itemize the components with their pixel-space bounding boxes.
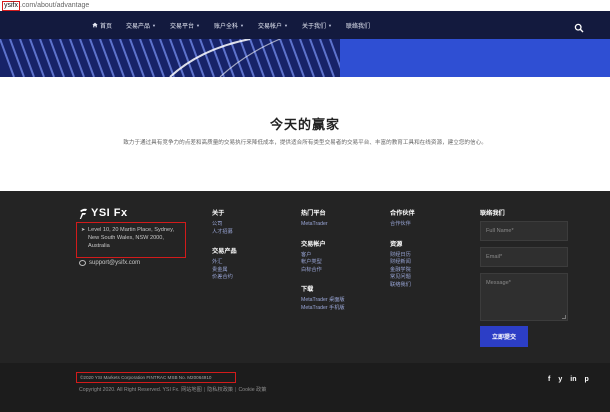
location-icon: ➤ [81,227,86,233]
address-bar[interactable]: ysifx .com/about/advantage [0,0,610,11]
banner-graphic [0,39,340,77]
footer-heading-resources: 资源 [390,240,403,248]
nav-item-label: 首页 [100,23,113,30]
message-field[interactable]: Message* [480,273,568,321]
company-address: ➤ Level 10, 20 Martin Place, Sydney, New … [76,222,186,258]
support-email[interactable]: support@ysifx.com [79,260,140,266]
nav-item-trading-accounts[interactable]: 交易帐户 ▼ [258,21,288,30]
nav-item-about[interactable]: 关于我们 ▼ [302,21,332,30]
chevron-down-icon: ▼ [240,22,244,28]
chevron-down-icon: ▼ [327,22,332,28]
footer-link-company[interactable]: 公司 [212,221,237,229]
footer-heading-about: 关于 [212,210,225,217]
nav-items: 首页 交易产品 ▼ 交易平台 ▼ 账户全科 ▼ 交易帐户 ▼ 关于我们 ▼ 联络… [92,11,370,39]
support-email-text: support@ysifx.com [89,260,141,266]
email-field[interactable]: Email* [480,247,568,267]
footer-col-about: 关于 公司 人才招募 交易产品 外汇 贵金属 价差合约 [212,208,237,282]
nav-item-contact[interactable]: 联络我们 [346,21,370,30]
resize-handle-icon[interactable] [562,315,566,319]
name-field[interactable]: Full Name* [480,221,568,241]
footer-link-calendar[interactable]: 财经日历 [390,252,415,260]
copyright-bar: ©2020 YSI Markets Corporation FINTRAC MS… [0,363,610,412]
footer-link-careers[interactable]: 人才招募 [212,229,237,237]
home-icon [92,22,98,28]
footer-link-cookie[interactable]: Cookie 政策 [238,387,266,393]
footer-link-news[interactable]: 财经新闻 [390,259,415,267]
footer-link-mt-desktop[interactable]: MetaTrader 桌面版 [301,297,345,305]
footer-heading-accounts: 交易帐户 [301,240,326,248]
hero-banner [0,39,610,77]
regulation-notice: ©2020 YSI Markets Corporation FINTRAC MS… [76,372,236,383]
copyright-text: Copyright 2020. All Right Reserved. YSI … [79,387,180,393]
copyright-line: Copyright 2020. All Right Reserved. YSI … [79,387,267,393]
email-icon [79,260,86,266]
footer-link-sitemap[interactable]: 网站地图 [181,387,202,393]
nav-item-home[interactable]: 首页 [92,21,112,30]
page-description: 致力于通过具有竞争力的点差和高质量的交易执行来降低成本，提供适合所有类型交易者的… [123,140,487,146]
footer-link-account-types[interactable]: 帐户类型 [301,259,345,267]
footer-heading-contact: 联络我们 [480,210,505,217]
chevron-down-icon: ▼ [196,22,200,28]
footer-link-metals[interactable]: 贵金属 [212,267,237,275]
intro-section: 今天的赢家 致力于通过具有竞争力的点差和高质量的交易执行来降低成本，提供适合所有… [0,77,610,191]
footer-heading-partners: 合作伙伴 [390,210,415,217]
footer-col-contact: 联络我们 [480,208,505,221]
footer-link-metatrader[interactable]: MetaTrader [301,221,345,229]
nav-item-accounts-all[interactable]: 账户全科 ▼ [214,21,244,30]
search-icon[interactable] [574,20,584,33]
footer-link-forex[interactable]: 外汇 [212,259,237,267]
facebook-icon[interactable]: f [548,376,550,383]
footer-col-partners: 合作伙伴 合作伙伴 资源 财经日历 财经新闻 金融学院 常见问题 联络我们 [390,208,415,289]
nav-item-products[interactable]: 交易产品 ▼ [126,21,156,30]
address-line: Australia [88,243,110,249]
footer-col-platforms: 热门平台 MetaTrader 交易帐户 客户 帐户类型 白标合作 下载 Met… [301,208,345,312]
logo[interactable]: YSI Fx [79,207,128,219]
site-footer: YSI Fx ➤ Level 10, 20 Martin Place, Sydne… [0,191,610,363]
footer-link-academy[interactable]: 金融学院 [390,267,415,275]
page-title: 今天的赢家 [269,117,340,132]
twitter-icon[interactable]: y [558,376,562,383]
footer-link-partners[interactable]: 合作伙伴 [390,221,415,229]
nav-item-platforms[interactable]: 交易平台 ▼ [170,21,200,30]
footer-heading-downloads: 下载 [301,286,314,293]
nav-item-label: 交易平台 [170,23,195,30]
footer-link-cfd[interactable]: 价差合约 [212,274,237,282]
footer-link-contact[interactable]: 联络我们 [390,282,415,290]
nav-item-label: 联络我们 [345,23,370,30]
footer-link-clients[interactable]: 客户 [301,252,345,260]
chevron-down-icon: ▼ [152,22,156,28]
footer-link-privacy[interactable]: 隐私权政策 [207,387,233,393]
linkedin-icon[interactable]: in [570,376,576,383]
address-line: Level 10, 20 Martin Place, Sydney, [88,227,175,233]
nav-item-label: 关于我们 [301,23,326,30]
address-host: ysifx [2,1,20,11]
footer-heading-products: 交易产品 [212,248,237,255]
address-path: .com/about/advantage [20,2,90,9]
footer-heading-platforms: 热门平台 [301,210,326,217]
address-line: New South Wales, NSW 2000, [88,235,164,241]
nav-item-label: 交易产品 [126,23,151,30]
logo-text: YSI Fx [91,207,128,219]
footer-link-white-label[interactable]: 白标合作 [301,267,345,275]
main-nav: 首页 交易产品 ▼ 交易平台 ▼ 账户全科 ▼ 交易帐户 ▼ 关于我们 ▼ 联络… [0,11,610,39]
chevron-down-icon: ▼ [283,22,288,28]
nav-item-label: 交易帐户 [257,23,282,30]
nav-item-label: 账户全科 [213,23,238,30]
footer-link-faq[interactable]: 常见问题 [390,274,415,282]
pinterest-icon[interactable]: p [584,376,588,383]
social-links: f y in p [548,376,589,383]
footer-link-mt-mobile[interactable]: MetaTrader 手机版 [301,305,345,313]
logo-mark-icon [79,208,87,219]
submit-button[interactable]: 立即提交 [480,326,528,347]
